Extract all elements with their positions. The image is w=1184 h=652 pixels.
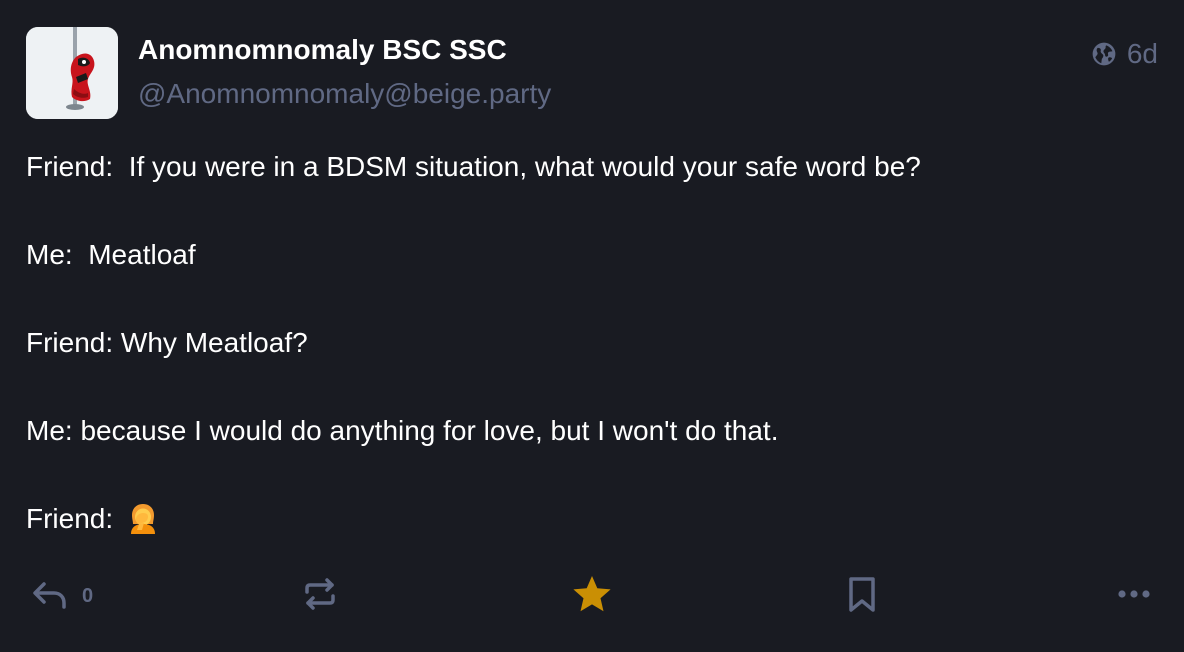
action-bar: 0 <box>0 570 1184 622</box>
content-line: Me: because I would do anything for love… <box>26 415 779 446</box>
content-line: Friend: If you were in a BDSM situation,… <box>26 151 921 182</box>
content-line: Friend: Why Meatloaf? <box>26 327 308 358</box>
reply-button[interactable]: 0 <box>30 574 93 619</box>
person-facepalming-emoji <box>127 502 159 547</box>
reply-icon <box>30 574 70 619</box>
star-icon <box>571 574 613 619</box>
timestamp[interactable]: 6d <box>1127 38 1158 70</box>
globe-icon <box>1091 41 1117 67</box>
display-name[interactable]: Anomnomnomaly BSC SSC <box>138 34 507 66</box>
content-line-last: Friend: <box>26 497 1158 547</box>
avatar[interactable] <box>26 27 118 119</box>
more-button[interactable] <box>1114 574 1154 619</box>
boost-button[interactable] <box>300 574 340 619</box>
more-icon <box>1114 574 1154 619</box>
account-handle[interactable]: @Anomnomnomaly@beige.party <box>138 78 551 110</box>
bookmark-button[interactable] <box>842 574 882 619</box>
content-line: Me: Meatloaf <box>26 239 196 270</box>
reply-count: 0 <box>82 585 94 607</box>
deadpool-pole-avatar-icon <box>26 27 118 119</box>
content-line-text: Friend: <box>26 503 121 534</box>
bookmark-icon <box>842 574 882 619</box>
favourite-button[interactable] <box>571 574 613 619</box>
post-content: Friend: If you were in a BDSM situation,… <box>26 145 1158 591</box>
post-meta: 6d <box>1091 38 1158 70</box>
boost-icon <box>300 574 340 619</box>
status-post: Anomnomnomaly BSC SSC @Anomnomnomaly@bei… <box>0 0 1184 652</box>
